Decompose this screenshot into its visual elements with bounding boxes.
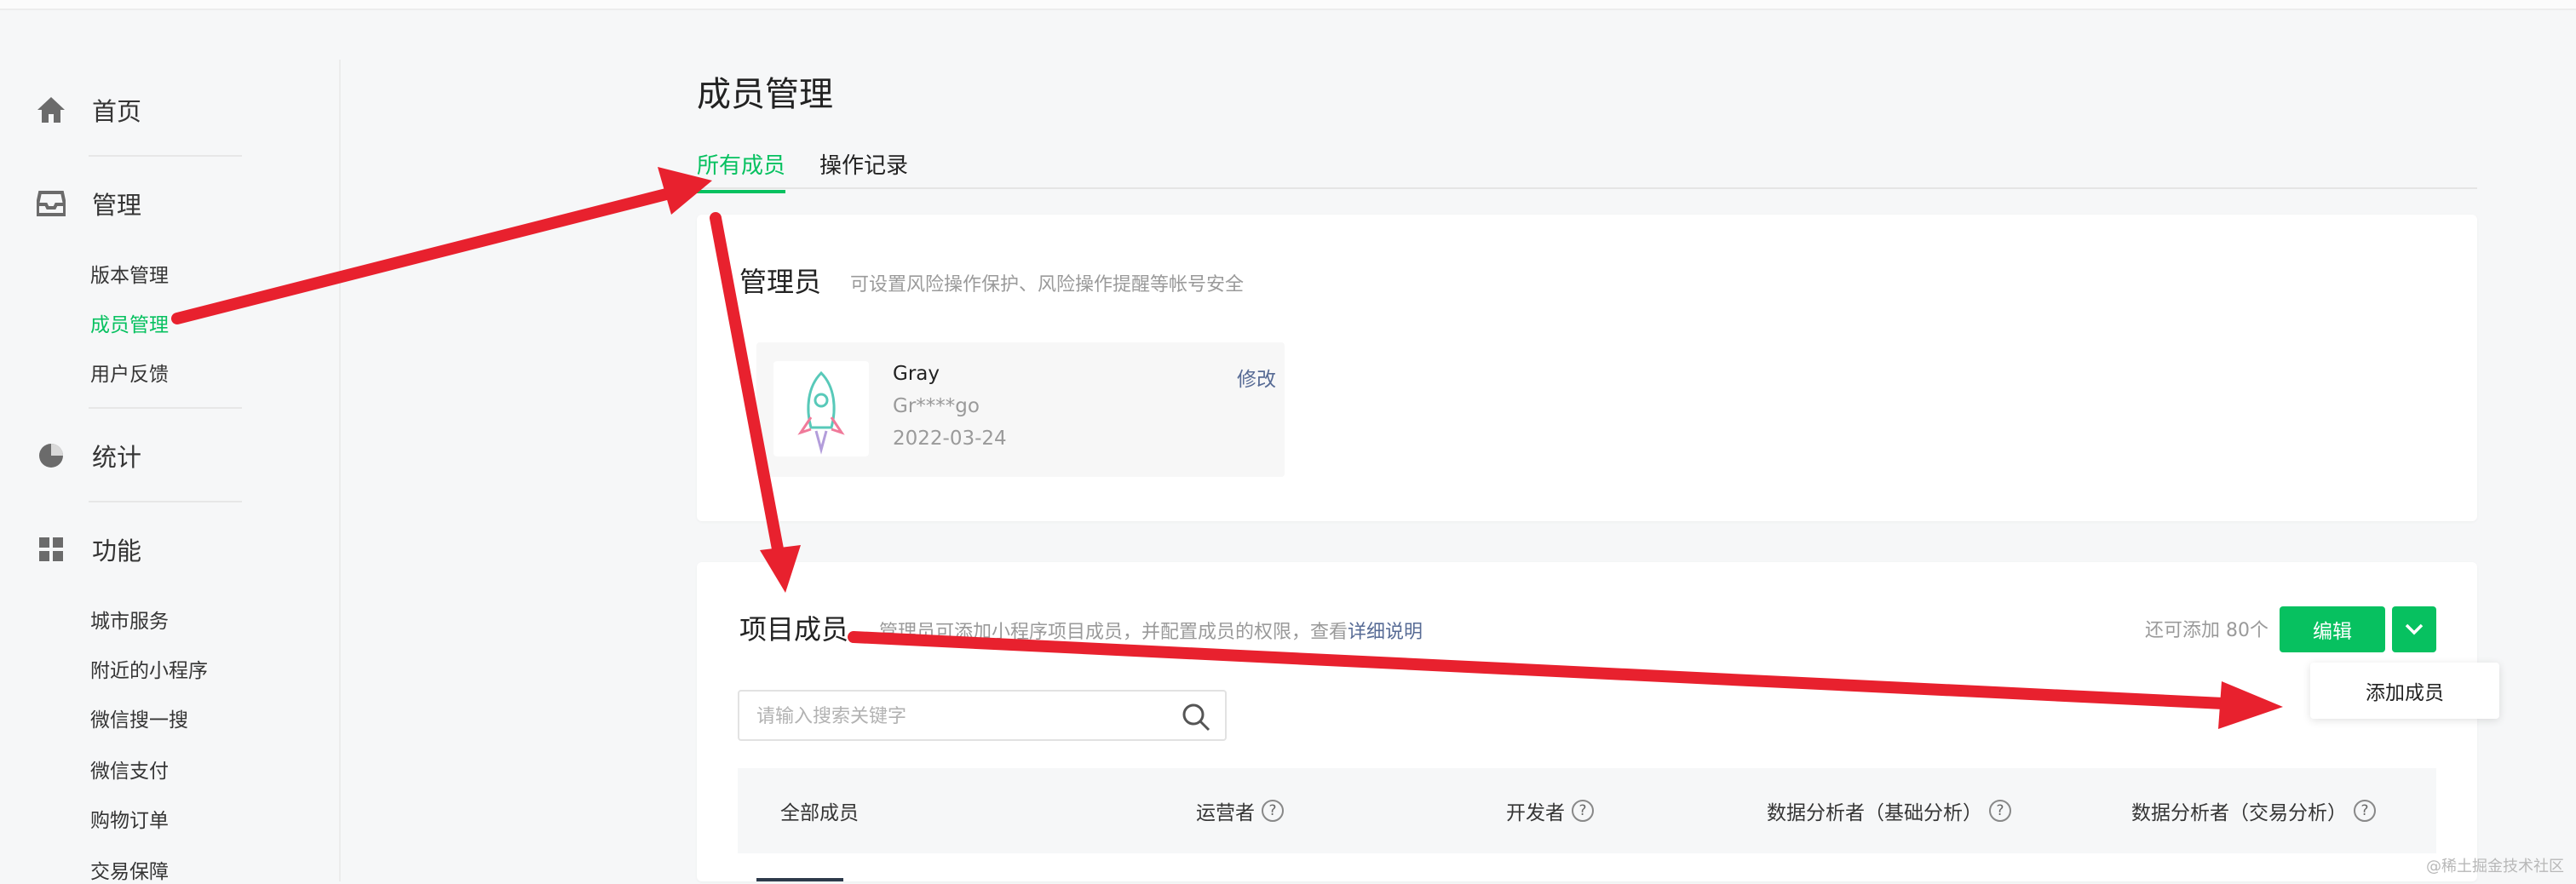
admin-entry: Gray Gr****go 2022-03-24 修改 xyxy=(756,342,1285,477)
search-icon[interactable] xyxy=(1181,702,1211,732)
help-icon[interactable]: ? xyxy=(1262,800,1284,822)
divider xyxy=(89,155,242,157)
column-label: 运营者 xyxy=(1196,802,1255,824)
nav-stats[interactable]: 统计 xyxy=(34,438,141,474)
admin-card-title: 管理员 xyxy=(739,266,822,298)
divider xyxy=(89,407,242,409)
admin-card: 管理员 可设置风险操作保护、风险操作提醒等帐号安全 Gray Gr****go … xyxy=(697,215,2477,521)
search-input[interactable] xyxy=(755,692,1167,741)
column-operator: 运营者? xyxy=(1196,768,1284,853)
sidebar-item-members[interactable]: 成员管理 xyxy=(90,308,169,337)
admin-card-desc: 可设置风险操作保护、风险操作提醒等帐号安全 xyxy=(850,274,1245,296)
help-icon[interactable]: ? xyxy=(1989,800,2011,822)
tab-operation-log[interactable]: 操作记录 xyxy=(819,148,908,190)
admin-edit-link[interactable]: 修改 xyxy=(1237,363,1276,392)
sidebar-item-guarantee[interactable]: 交易保障 xyxy=(90,855,169,884)
nav-home-label: 首页 xyxy=(92,97,142,126)
sidebar-item-feedback[interactable]: 用户反馈 xyxy=(90,358,169,387)
table-header: 全部成员 运营者? 开发者? 数据分析者（基础分析）? 数据分析者（交易分析）? xyxy=(738,768,2436,853)
members-desc-text: 管理员可添加小程序项目成员，并配置成员的权限，查看 xyxy=(879,622,1348,643)
admin-id: Gr****go xyxy=(893,395,980,417)
more-dropdown-button[interactable] xyxy=(2392,606,2436,652)
grid-icon xyxy=(34,532,68,566)
search-field[interactable] xyxy=(738,690,1227,741)
column-label: 数据分析者（交易分析） xyxy=(2131,802,2347,824)
rocket-icon xyxy=(797,370,845,455)
column-label: 数据分析者（基础分析） xyxy=(1767,802,1982,824)
top-border xyxy=(0,0,2576,10)
members-card: 项目成员 管理员可添加小程序项目成员，并配置成员的权限，查看详细说明 还可添加 … xyxy=(697,562,2477,881)
add-member-menu-item[interactable]: 添加成员 xyxy=(2310,663,2499,719)
admin-name: Gray xyxy=(893,363,940,385)
sidebar: 首页 管理 版本管理 成员管理 用户反馈 统计 功能 城市服务 附近的小程序 微… xyxy=(0,10,339,884)
sidebar-item-version[interactable]: 版本管理 xyxy=(90,259,169,288)
nav-features[interactable]: 功能 xyxy=(34,531,141,567)
help-icon[interactable]: ? xyxy=(1572,800,1594,822)
members-card-desc: 管理员可添加小程序项目成员，并配置成员的权限，查看详细说明 xyxy=(879,617,1423,644)
scroll-indicator xyxy=(756,878,843,881)
column-label: 开发者 xyxy=(1506,802,1565,824)
sidebar-item-pay[interactable]: 微信支付 xyxy=(90,755,169,784)
details-link[interactable]: 详细说明 xyxy=(1348,622,1423,643)
sidebar-item-search[interactable]: 微信搜一搜 xyxy=(90,703,188,732)
nav-stats-label: 统计 xyxy=(92,443,142,472)
quota-text: 还可添加 80个 xyxy=(2145,620,2268,641)
pie-chart-icon xyxy=(34,439,68,473)
edit-button[interactable]: 编辑 xyxy=(2280,606,2385,652)
chevron-down-icon xyxy=(2405,623,2424,635)
sidebar-item-city[interactable]: 城市服务 xyxy=(90,605,169,634)
watermark: @稀土掘金技术社区 xyxy=(2426,858,2564,875)
sidebar-separator xyxy=(339,60,341,881)
tab-bar: 所有成员 操作记录 xyxy=(697,148,2477,193)
column-all-members: 全部成员 xyxy=(780,802,859,824)
page-title: 成员管理 xyxy=(697,75,833,114)
home-icon xyxy=(34,93,68,127)
nav-features-label: 功能 xyxy=(92,537,142,565)
help-icon[interactable]: ? xyxy=(2354,800,2376,822)
sidebar-item-nearby[interactable]: 附近的小程序 xyxy=(90,654,208,683)
avatar xyxy=(773,361,869,456)
admin-date: 2022-03-24 xyxy=(893,428,1007,450)
inbox-icon xyxy=(34,187,68,221)
divider xyxy=(89,501,242,502)
members-card-title: 项目成员 xyxy=(739,613,849,646)
nav-home[interactable]: 首页 xyxy=(34,92,141,128)
column-developer: 开发者? xyxy=(1506,768,1594,853)
column-analyst-basic: 数据分析者（基础分析）? xyxy=(1767,768,2011,853)
nav-manage[interactable]: 管理 xyxy=(34,186,141,221)
tab-all-members[interactable]: 所有成员 xyxy=(697,148,786,193)
column-analyst-trade: 数据分析者（交易分析）? xyxy=(2131,768,2376,853)
nav-manage-label: 管理 xyxy=(92,191,142,220)
sidebar-item-orders[interactable]: 购物订单 xyxy=(90,804,169,833)
